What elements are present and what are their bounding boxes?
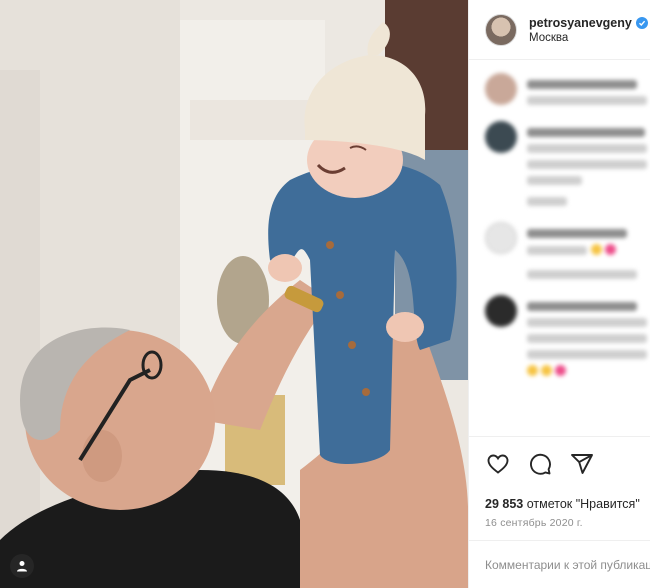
comment-input[interactable]: [485, 557, 650, 572]
likes-number: 29 853: [485, 497, 524, 511]
post-side-panel: petrosyanevgeny Москва 29 853 отметок "Н…: [468, 0, 650, 588]
like-button[interactable]: [485, 451, 511, 477]
share-button[interactable]: [569, 451, 595, 477]
photo-illustration: [0, 0, 468, 588]
heart-icon: [487, 454, 509, 474]
likes-suffix: отметок "Нравится": [523, 497, 640, 511]
user-tag-button[interactable]: [10, 554, 34, 578]
user-meta: petrosyanevgeny Москва: [529, 16, 648, 44]
avatar[interactable]: [485, 13, 517, 46]
location-link[interactable]: Москва: [529, 32, 648, 44]
comment-item: [485, 73, 650, 105]
post-actions: 29 853 отметок "Нравится" 16 сентябрь 20…: [469, 436, 650, 529]
post-photo[interactable]: [0, 0, 468, 588]
comment-item: [485, 295, 650, 381]
comment-item: [485, 222, 650, 279]
likes-count[interactable]: 29 853 отметок "Нравится": [485, 497, 640, 511]
username-link[interactable]: petrosyanevgeny: [529, 16, 632, 30]
share-icon: [571, 454, 593, 474]
comment-item: [485, 121, 650, 206]
comment-input-area: [469, 540, 650, 588]
comment-icon: [530, 453, 551, 475]
comment-button[interactable]: [527, 451, 553, 477]
action-icons: [485, 449, 634, 479]
post-date: 16 сентябрь 2020 г.: [485, 517, 583, 529]
user-tag-icon: [17, 561, 27, 572]
verified-icon: [635, 16, 648, 29]
post-header: petrosyanevgeny Москва: [469, 0, 650, 60]
username-row: petrosyanevgeny: [529, 16, 648, 30]
comments-list: [469, 61, 650, 436]
